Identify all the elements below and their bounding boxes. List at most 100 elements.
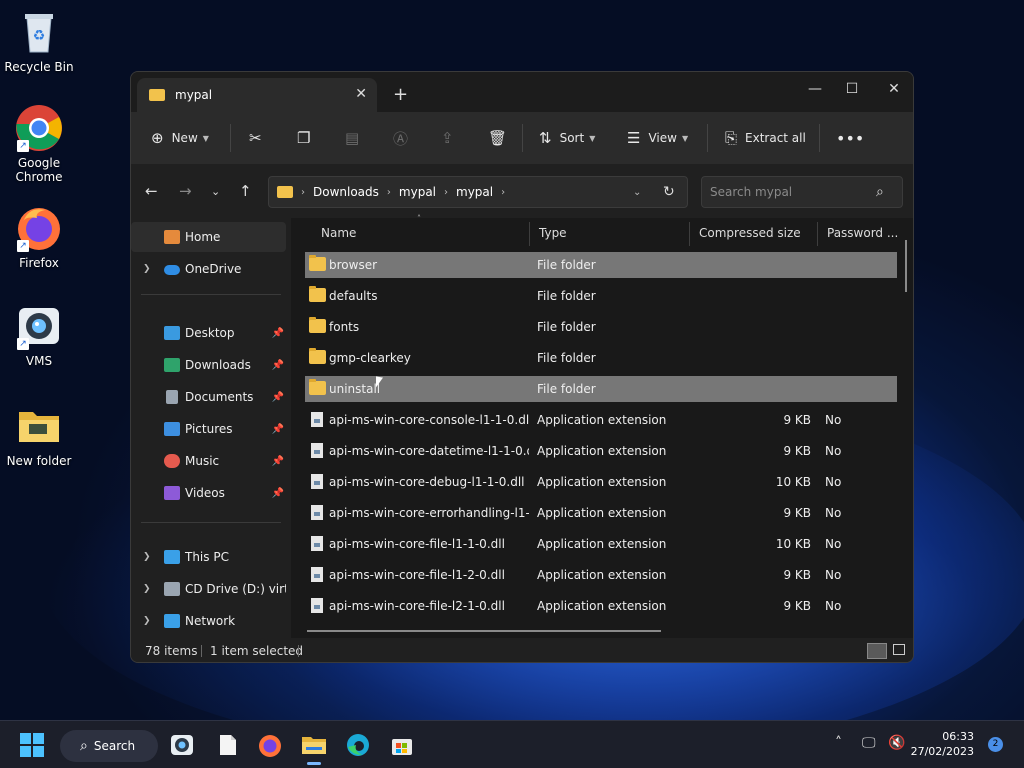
taskbar-edge[interactable] [346, 733, 372, 757]
table-row[interactable]: defaults File folder [305, 283, 897, 309]
firefox-icon [259, 735, 281, 757]
table-row[interactable]: api-ms-win-core-debug-l1-1-0.dll Applicat… [305, 469, 897, 495]
search-icon[interactable]: ⌕ [876, 184, 884, 200]
taskbar-store[interactable] [390, 733, 416, 757]
sidebar-item-videos[interactable]: Videos 📌 [131, 478, 286, 508]
taskbar-firefox[interactable] [258, 733, 284, 757]
cloud-icon [164, 265, 180, 275]
table-row[interactable]: api-ms-win-core-errorhandling-l1-... Appl… [305, 500, 897, 526]
taskbar-notepad[interactable] [216, 733, 242, 757]
clock-date: 27/02/2023 [910, 745, 974, 758]
tiles-view-icon[interactable] [893, 644, 905, 655]
pin-icon[interactable]: 📌 [272, 488, 284, 499]
minimize-icon[interactable]: — [795, 76, 835, 102]
table-row[interactable]: api-ms-win-core-datetime-l1-1-0.dll Appli… [305, 438, 897, 464]
show-hidden-icons-chevron-icon[interactable]: ˄ [835, 735, 842, 751]
sort-button[interactable]: ⇅ Sort ▼ [539, 126, 595, 150]
table-row[interactable]: api-ms-win-core-console-l1-1-0.dll Applic… [305, 407, 897, 433]
copy-button[interactable]: ❐ [297, 126, 318, 150]
sidebar-item-pictures[interactable]: Pictures 📌 [131, 414, 286, 444]
new-button[interactable]: ⊕ New ▼ [151, 126, 209, 150]
view-button[interactable]: ☰ View ▼ [627, 126, 688, 150]
folder-icon [277, 186, 293, 198]
toolbar-divider [707, 124, 708, 152]
back-button[interactable]: ← [145, 182, 158, 200]
desktop-icon-firefox[interactable]: ↗ Firefox [0, 204, 78, 270]
maximize-icon[interactable]: ☐ [832, 76, 872, 102]
chevron-right-icon[interactable]: ❯ [143, 616, 151, 626]
column-header-type[interactable]: Type [529, 218, 689, 248]
column-header-compressed-size[interactable]: Compressed size [689, 218, 817, 248]
taskbar-search[interactable]: ⌕ Search [60, 730, 158, 762]
column-header-password[interactable]: Password ... [817, 218, 907, 248]
pin-icon[interactable]: 📌 [272, 424, 284, 435]
column-header-name[interactable]: Name [311, 218, 531, 248]
recent-locations-button[interactable]: ⌄ [211, 185, 220, 198]
taskbar-vms[interactable] [170, 733, 196, 757]
vertical-scrollbar[interactable] [905, 240, 907, 292]
chevron-right-icon[interactable]: ❯ [143, 584, 151, 594]
sidebar-item-cd-drive[interactable]: ❯ CD Drive (D:) virtio- [131, 574, 286, 604]
network-status-icon[interactable]: 🖵 [862, 735, 876, 751]
clock[interactable]: 06:33 27/02/2023 [910, 729, 974, 759]
more-horizontal-icon: ••• [836, 128, 865, 148]
table-row[interactable]: api-ms-win-core-file-l1-1-0.dll Applicati… [305, 531, 897, 557]
file-name: gmp-clearkey [329, 351, 411, 365]
taskbar-file-explorer[interactable] [301, 733, 327, 765]
sidebar-item-onedrive[interactable]: ❯ OneDrive [131, 254, 286, 284]
sidebar-item-downloads[interactable]: Downloads 📌 [131, 350, 286, 380]
sidebar-item-desktop[interactable]: Desktop 📌 [131, 318, 286, 348]
paste-button[interactable]: ▤ [345, 126, 367, 150]
horizontal-scrollbar[interactable] [307, 630, 661, 632]
sidebar-item-this-pc[interactable]: ❯ This PC [131, 542, 286, 572]
up-button[interactable]: ↑ [239, 182, 252, 200]
desktop-icon-recycle-bin[interactable]: ♻ Recycle Bin [0, 8, 78, 74]
more-options-button[interactable]: ••• [836, 126, 864, 150]
new-tab-icon[interactable]: + [393, 84, 408, 105]
pin-icon[interactable]: 📌 [272, 360, 284, 371]
search-input[interactable] [710, 185, 870, 199]
breadcrumb-mypal-current[interactable]: mypal [456, 185, 493, 199]
chevron-down-icon: ▼ [202, 133, 209, 143]
sidebar-item-network[interactable]: ❯ Network [131, 606, 286, 636]
share-button[interactable]: ⇪ [441, 126, 462, 150]
breadcrumb-downloads[interactable]: Downloads [313, 185, 379, 199]
sidebar-item-music[interactable]: Music 📌 [131, 446, 286, 476]
file-password: No [825, 475, 842, 489]
extract-all-button[interactable]: ⎘ Extract all [725, 126, 806, 150]
desktop-icon-chrome[interactable]: ↗ Google Chrome [0, 104, 78, 184]
volume-muted-icon[interactable]: 🔇 [888, 735, 905, 751]
document-icon [166, 390, 178, 404]
table-row[interactable]: uninstall File folder [305, 376, 897, 402]
sidebar-item-documents[interactable]: Documents 📌 [131, 382, 286, 412]
desktop-icon-vms[interactable]: ↗ VMS [0, 302, 78, 368]
tab-mypal[interactable]: mypal ✕ [137, 78, 377, 112]
table-row[interactable]: api-ms-win-core-file-l1-2-0.dll Applicati… [305, 562, 897, 588]
address-bar[interactable]: › Downloads › mypal › mypal › ⌄ ↻ [268, 176, 688, 208]
chevron-right-icon[interactable]: ❯ [143, 552, 151, 562]
pin-icon[interactable]: 📌 [272, 392, 284, 403]
desktop-icon-new-folder[interactable]: New folder [0, 402, 78, 468]
close-tab-icon[interactable]: ✕ [355, 86, 367, 102]
search-box: ⌕ [701, 176, 903, 208]
table-row[interactable]: fonts File folder [305, 314, 897, 340]
refresh-icon[interactable]: ↻ [663, 184, 675, 200]
start-button[interactable] [20, 733, 46, 757]
details-view-icon[interactable] [867, 643, 887, 659]
delete-button[interactable]: 🗑 [488, 126, 515, 150]
chevron-right-icon[interactable]: ❯ [143, 264, 151, 274]
sidebar-item-home[interactable]: Home [131, 222, 286, 252]
rename-button[interactable]: Ⓐ [393, 126, 416, 150]
table-row[interactable]: gmp-clearkey File folder [305, 345, 897, 371]
breadcrumb-mypal[interactable]: mypal [399, 185, 436, 199]
cut-button[interactable]: ✂ [249, 126, 270, 150]
address-dropdown-icon[interactable]: ⌄ [633, 187, 641, 198]
table-row[interactable]: api-ms-win-core-file-l2-1-0.dll Applicati… [305, 593, 897, 619]
table-row[interactable]: browser File folder [305, 252, 897, 278]
pin-icon[interactable]: 📌 [272, 456, 284, 467]
forward-button[interactable]: → [179, 182, 192, 200]
file-password: No [825, 599, 842, 613]
pin-icon[interactable]: 📌 [272, 328, 284, 339]
close-window-icon[interactable]: ✕ [874, 76, 913, 102]
notification-badge[interactable]: 2 [988, 737, 1003, 752]
